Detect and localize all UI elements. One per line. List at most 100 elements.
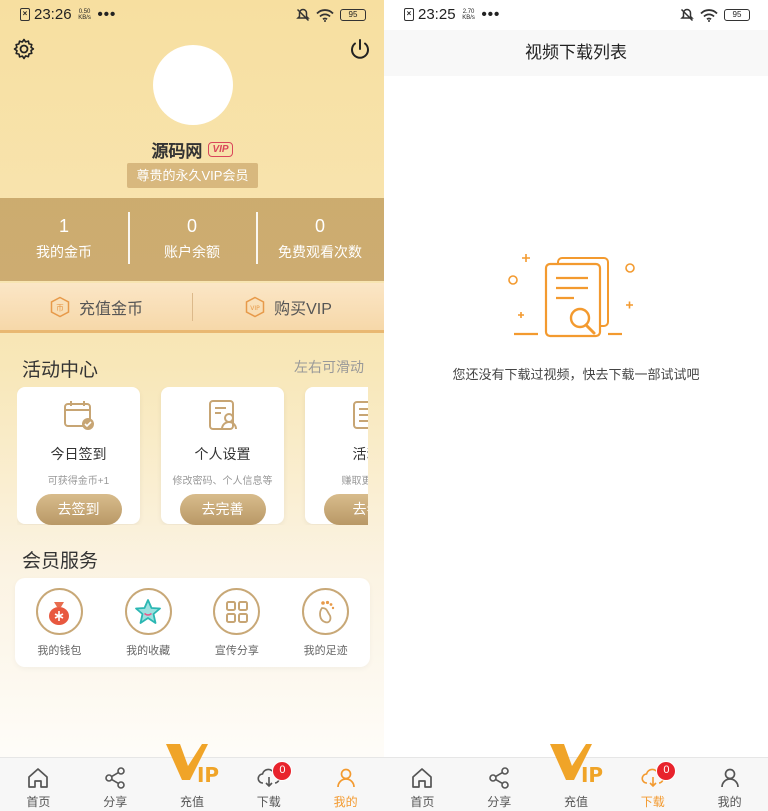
bottom-nav: 首页 分享 IP 充值 0 下载 我的 [0,744,384,811]
nav-home[interactable]: 首页 [384,758,461,811]
user-icon [336,768,355,788]
stat-label: 我的金币 [36,244,92,260]
checkin-button[interactable]: 去签到 [35,494,122,525]
nav-label: 我的 [717,795,742,809]
svg-text:币: 币 [56,303,64,312]
member-services-title: 会员服务 [22,551,99,572]
notification-icon: × [404,8,414,21]
swipe-hint: 左右可滑动 [294,359,364,375]
mute-icon [296,8,310,22]
stat-label: 账户余额 [164,244,220,260]
nav-label: 分享 [487,795,512,809]
bottom-nav: 首页 分享 IP 充值 0 下载 我的 [384,744,768,811]
coin-hexagon-icon: 币 [50,296,70,317]
battery-icon: 95 [724,9,750,21]
wifi-icon [700,8,718,22]
page-title: 视频下载列表 [384,30,768,76]
svg-text:IP: IP [581,763,603,784]
stat-value: 0 [314,216,325,236]
username: 源码网 [151,142,203,161]
service-label: 我的足迹 [303,645,348,657]
nav-download[interactable]: 0 下载 [230,758,307,811]
calendar-check-icon [63,401,94,430]
stat-value: 0 [186,216,197,236]
more-status-icon: ••• [97,6,117,23]
profile-screen: × 23:26 0.50 KB/s ••• 95 源码网 VIP 尊贵的永久VI… [0,0,384,811]
card-checkin[interactable]: 今日签到 可获得金币+1 去签到 [17,387,140,525]
wifi-icon [316,8,334,22]
nav-home[interactable]: 首页 [0,758,77,811]
nav-label: 首页 [410,795,435,809]
buy-vip-button[interactable]: VIP 购买VIP [192,283,384,330]
network-speed: 0.50 KB/s [78,8,91,21]
battery-icon: 95 [340,9,366,21]
buy-vip-label: 购买VIP [274,300,332,318]
service-footprints[interactable]: 我的足迹 [281,578,370,667]
status-bar: × 23:26 0.50 KB/s ••• 95 [0,0,384,30]
nav-share[interactable]: 分享 [77,758,154,811]
wallet-bag-icon [35,588,83,635]
complete-profile-button[interactable]: 去完善 [179,494,266,525]
service-label: 我的钱包 [37,645,82,657]
card-subtitle: 可获得金币+1 [47,476,110,487]
nav-download[interactable]: 0 下载 [614,758,691,811]
action-bar: 币 充值金币 VIP 购买VIP [0,283,384,333]
notification-icon: × [20,8,30,21]
join-activity-button[interactable]: 去参 [323,494,368,525]
share-icon [489,767,509,789]
vip-hexagon-icon: VIP [245,296,265,317]
nav-share[interactable]: 分享 [461,758,538,811]
empty-state-message: 您还没有下载过视频，快去下载一部试试吧 [452,367,700,382]
svg-text:VIP: VIP [250,304,260,311]
qr-code-icon [213,588,261,635]
star-icon [124,588,172,635]
vip-logo-icon: IP [549,744,603,784]
network-speed: 2.70 KB/s [462,8,475,21]
recharge-coins-button[interactable]: 币 充值金币 [0,283,192,330]
card-title: 个人设置 [194,446,251,462]
nav-recharge[interactable]: IP 充值 [538,744,615,811]
stat-free-views[interactable]: 0 免费观看次数 [256,198,384,281]
card-personal-settings[interactable]: 个人设置 修改密码、个人信息等 去完善 [161,387,284,525]
home-icon [28,768,49,788]
status-time: 23:25 [418,6,456,23]
member-badge: 尊贵的永久VIP会员 [127,163,258,188]
nav-mine[interactable]: 我的 [307,758,384,811]
nav-label: 充值 [563,795,588,809]
activity-carousel[interactable]: 今日签到 可获得金币+1 去签到 个人设置 修改密码、个人信息等 去完善 活动 … [17,387,368,525]
nav-label: 我的 [333,795,358,809]
service-wallet[interactable]: 我的钱包 [15,578,104,667]
card-subtitle: 修改密码、个人信息等 [172,476,273,487]
username-row: 源码网 VIP [0,137,384,162]
more-status-icon: ••• [481,6,501,23]
user-icon [720,768,739,788]
card-activity[interactable]: 活动 赚取更多的 去参 [305,387,369,525]
member-services-panel: 我的钱包 我的收藏 宣传分享 我的足迹 [15,578,370,667]
empty-documents-icon [508,254,635,338]
activity-center-title: 活动中心 [22,360,99,381]
power-icon[interactable] [348,37,372,61]
service-label: 宣传分享 [214,645,259,657]
stat-coins[interactable]: 1 我的金币 [0,198,128,281]
activity-list-icon [352,401,368,429]
stats-bar: 1 我的金币 0 账户余额 0 免费观看次数 [0,198,384,281]
service-favorites[interactable]: 我的收藏 [104,578,193,667]
card-subtitle: 赚取更多的 [341,476,369,487]
settings-gear-icon[interactable] [12,37,36,61]
card-title: 活动 [352,446,369,462]
nav-mine[interactable]: 我的 [691,758,768,811]
avatar[interactable] [153,45,233,125]
nav-label: 充值 [179,795,204,809]
nav-recharge[interactable]: IP 充值 [154,744,231,811]
card-title: 今日签到 [50,446,107,462]
nav-label: 分享 [103,795,128,809]
nav-label: 下载 [640,795,665,809]
stat-balance[interactable]: 0 账户余额 [128,198,256,281]
status-time: 23:26 [34,6,72,23]
service-share[interactable]: 宣传分享 [193,578,282,667]
share-icon [105,767,125,789]
mute-icon [680,8,694,22]
profile-card-icon [208,400,237,430]
download-badge: 0 [656,761,677,781]
nav-label: 首页 [26,795,51,809]
